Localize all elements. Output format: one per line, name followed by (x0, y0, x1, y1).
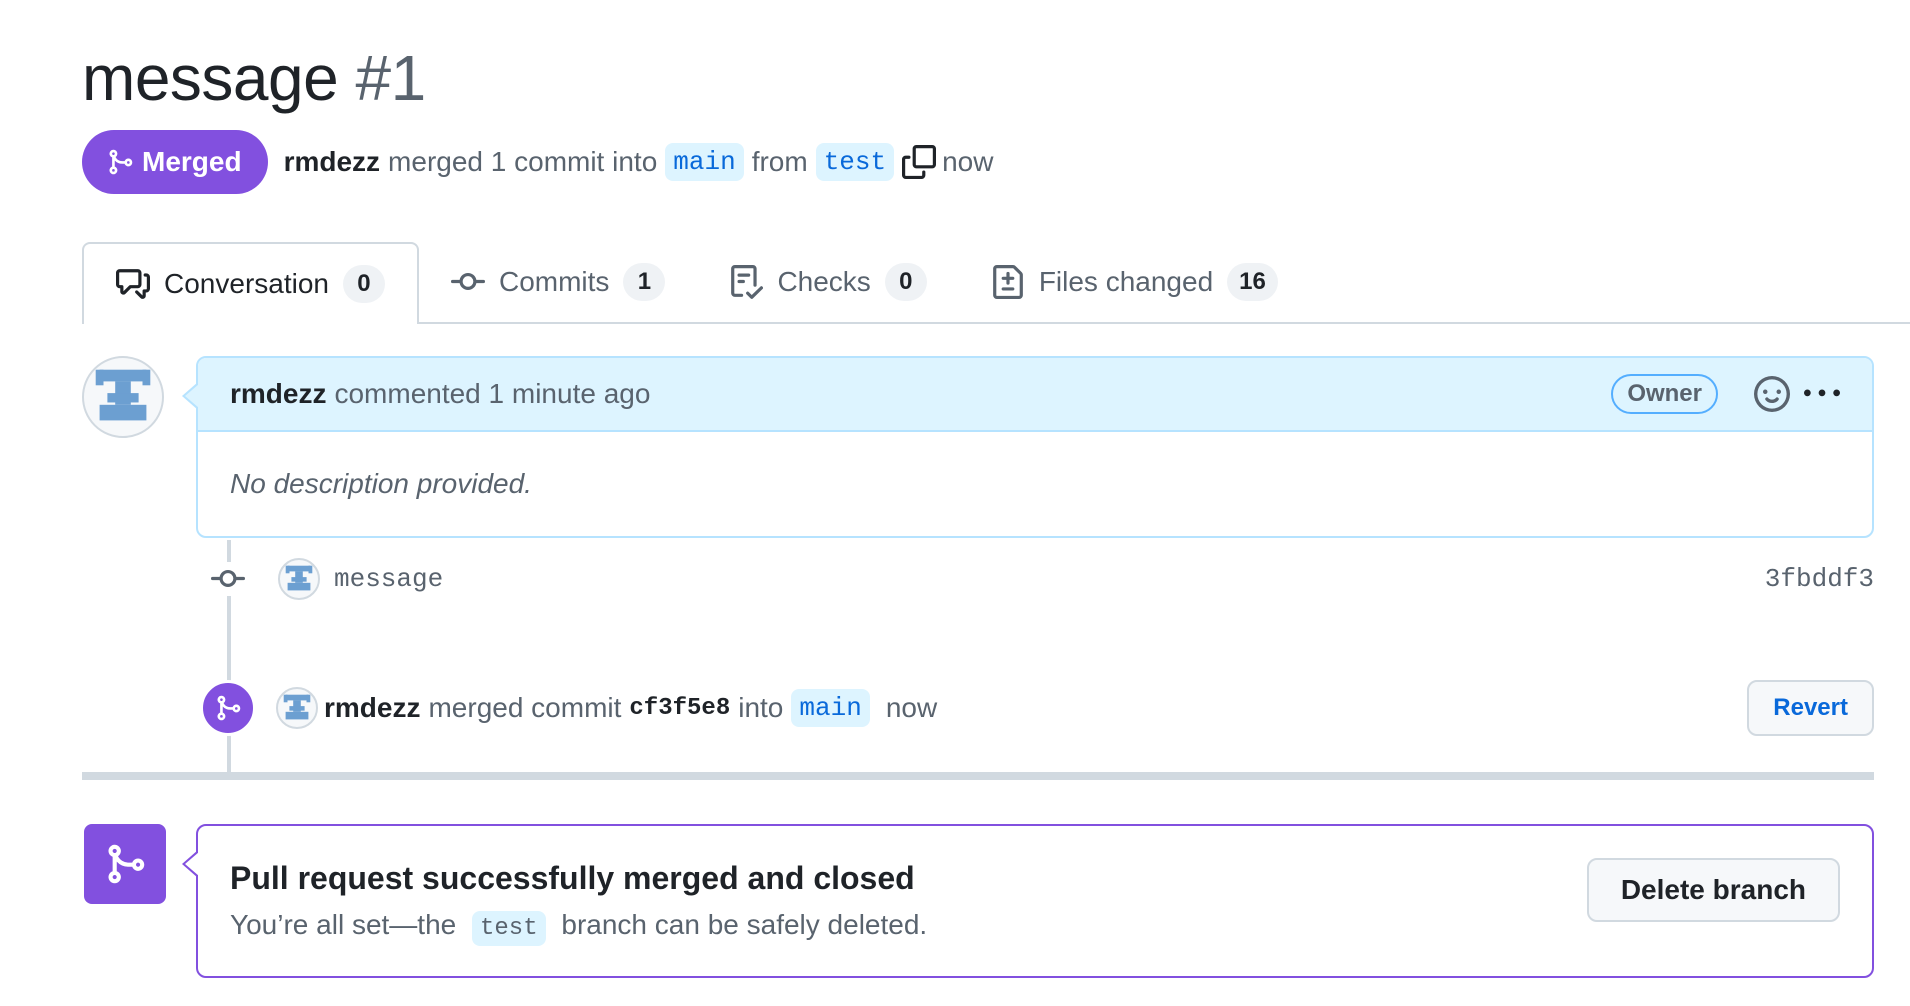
merge-author-link[interactable]: rmdezz (324, 692, 420, 724)
pr-time: now (942, 146, 994, 177)
tab-files-changed-count: 16 (1227, 263, 1278, 301)
tab-checks-count: 0 (884, 263, 927, 301)
head-branch[interactable]: test (815, 143, 895, 181)
pr-tabs: Conversation 0 Commits 1 Checks 0 Files … (82, 242, 1910, 324)
identicon-avatar (285, 565, 313, 591)
git-merge-icon (108, 844, 145, 884)
merge-author-avatar[interactable] (276, 687, 318, 729)
merge-event-text: merged commit (428, 692, 622, 723)
git-merge-icon (217, 695, 241, 721)
merge-into-text: into (738, 692, 784, 723)
merged-state-badge: Merged (82, 130, 268, 194)
merged-desc-before: You’re all set—the (230, 909, 457, 940)
tab-conversation[interactable]: Conversation 0 (82, 242, 419, 324)
merged-state-label: Merged (142, 146, 242, 177)
smiley-icon (1754, 376, 1790, 412)
tab-commits-label: Commits (498, 266, 610, 297)
git-commit-icon (211, 569, 245, 587)
identicon-avatar (95, 369, 151, 421)
git-merge-icon (109, 149, 133, 175)
comment-timestamp[interactable]: commented 1 minute ago (334, 378, 650, 410)
comment-options-button[interactable] (1804, 376, 1840, 412)
tab-conversation-count: 0 (342, 265, 385, 303)
author-avatar[interactable] (82, 356, 164, 438)
merge-commit-sha-link[interactable]: cf3f5e8 (629, 695, 730, 722)
comment-author-link[interactable]: rmdezz (230, 378, 326, 410)
merge-event-time[interactable]: now (886, 692, 937, 724)
identicon-avatar (283, 694, 311, 720)
timeline-divider (82, 772, 1874, 780)
tab-checks-label: Checks (777, 266, 871, 297)
comment-header: rmdezz commented 1 minute ago Owner (198, 358, 1872, 432)
delete-branch-button[interactable]: Delete branch (1586, 858, 1840, 922)
tab-commits[interactable]: Commits 1 (419, 242, 697, 322)
merged-status-icon (84, 824, 166, 904)
tab-files-changed-label: Files changed (1038, 266, 1214, 297)
base-branch[interactable]: main (665, 143, 744, 181)
copy-branch-button[interactable] (902, 145, 937, 179)
pr-description-comment: rmdezz commented 1 minute ago Owner No d… (182, 356, 1874, 538)
commit-sha-link[interactable]: 3fbddf3 (1765, 564, 1874, 594)
commit-message-link[interactable]: message (334, 564, 443, 594)
pr-number: #1 (355, 42, 426, 114)
checklist-icon (731, 265, 764, 299)
deletable-branch[interactable]: test (472, 911, 546, 946)
tab-files-changed[interactable]: Files changed 16 (959, 242, 1310, 322)
pr-summary-text: merged 1 commit into (388, 146, 658, 177)
commit-row: message 3fbddf3 (208, 556, 1874, 602)
pr-title-text: message (82, 42, 339, 114)
merged-status-box: Pull request successfully merged and clo… (182, 824, 1874, 978)
from-text: from (751, 146, 808, 177)
tab-commits-count: 1 (623, 263, 666, 301)
merge-event-row: rmdezz merged commit cf3f5e8 into main n… (200, 678, 1874, 738)
merged-desc-after: branch can be safely deleted. (561, 909, 928, 940)
pr-author-link[interactable]: rmdezz (284, 146, 380, 178)
add-reaction-button[interactable] (1754, 376, 1790, 412)
comment-discussion-icon (116, 269, 150, 299)
merge-target-branch[interactable]: main (791, 689, 870, 727)
pr-title: message #1 (82, 40, 426, 116)
tab-checks[interactable]: Checks 0 (697, 242, 958, 322)
comment-body: No description provided. (230, 468, 532, 499)
merge-event-badge (200, 680, 256, 736)
git-commit-icon (450, 272, 485, 290)
pr-meta: Merged rmdezz merged 1 commit into main … (82, 130, 993, 194)
file-diff-icon (992, 265, 1023, 299)
commit-author-avatar[interactable] (278, 558, 320, 600)
copy-icon (902, 145, 937, 179)
kebab-horizontal-icon (1804, 389, 1840, 397)
owner-badge: Owner (1611, 374, 1718, 414)
revert-button[interactable]: Revert (1747, 680, 1874, 736)
tab-conversation-label: Conversation (164, 268, 329, 299)
commit-node (208, 562, 248, 596)
